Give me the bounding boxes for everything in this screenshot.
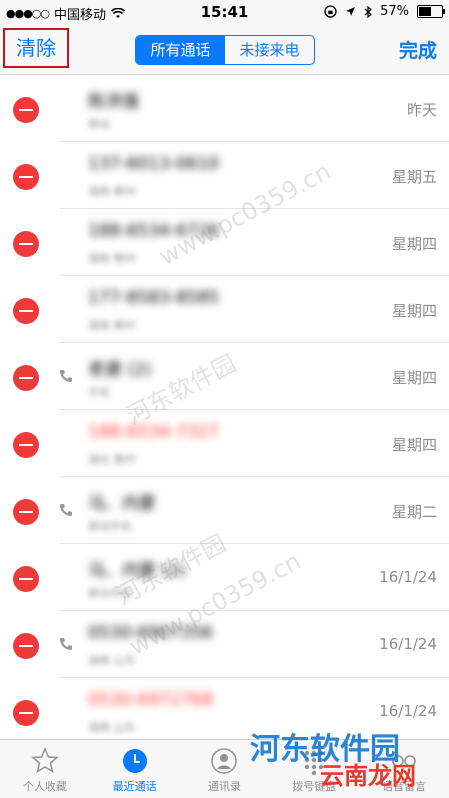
status-bar: ●●●○○ 中国移动 15:41 57%	[0, 0, 449, 26]
voicemail-icon	[392, 755, 416, 767]
call-date: 星期五	[391, 168, 437, 186]
call-date: 16/1/24	[379, 702, 437, 720]
segment-missed-calls[interactable]: 未接来电	[225, 36, 314, 64]
star-icon	[30, 747, 59, 774]
call-row[interactable]: 马、内蒙 (2) 移动手机 16/1/24	[0, 544, 449, 611]
recent-calls-list: 陈洪强移动 昨天 137-6013-0610 湖南 郴州 星期五 188-6534-672…	[0, 75, 449, 745]
tab-star[interactable]: 个人收藏	[0, 740, 90, 798]
call-date: 星期四	[391, 369, 437, 387]
battery-icon	[417, 5, 445, 18]
call-date: 16/1/24	[379, 635, 437, 653]
caller-name: 188-6534-6726	[88, 221, 220, 241]
location-icon	[346, 7, 356, 16]
caller-location: 湖北 黄州	[88, 453, 136, 466]
tab-label: 个人收藏	[22, 780, 67, 793]
caller-name: 188-6534-7327	[88, 422, 220, 442]
delete-call-button[interactable]	[13, 499, 39, 525]
battery-fill	[419, 7, 431, 16]
outgoing-call-icon	[60, 370, 72, 382]
caller-location: 移动手机	[88, 587, 132, 600]
caller-name: 马、内蒙 (2)	[88, 561, 186, 581]
caller-location: 移动	[88, 118, 110, 131]
call-row[interactable]: 137-6013-0610 湖南 郴州 星期五	[0, 142, 449, 209]
caller-name: 马、内蒙	[88, 494, 156, 514]
tab-clock[interactable]: 最近通话	[90, 740, 180, 798]
delete-call-button[interactable]	[13, 97, 39, 123]
caller-location: 湖南 山东	[88, 654, 136, 667]
call-row[interactable]: 177-8583-8585 湖南 郴州 星期四	[0, 276, 449, 343]
call-date: 16/1/24	[379, 568, 437, 586]
call-row[interactable]: 188-6534-6726 湖南 郴州 星期四	[0, 209, 449, 276]
status-bar-right: 57%	[324, 4, 445, 19]
caller-location: 移动手机	[88, 520, 132, 533]
caller-location: 手机	[88, 386, 110, 399]
outgoing-call-icon	[60, 638, 72, 650]
call-date: 星期二	[391, 503, 437, 521]
caller-location: 湖南 山东	[88, 721, 136, 734]
tab-label: 通讯录	[207, 780, 241, 793]
delete-call-button[interactable]	[13, 566, 39, 592]
call-row[interactable]: 老婆 (2) 手机 星期四	[0, 343, 449, 410]
call-row[interactable]: 0530-6972768 湖南 山东 16/1/24	[0, 678, 449, 745]
outgoing-call-icon	[60, 504, 72, 516]
delete-call-button[interactable]	[13, 231, 39, 257]
call-filter-segmented-control: 所有通话 未接来电	[135, 35, 315, 65]
tab-label: 最近通话	[112, 780, 157, 793]
caller-name: 陈洪强	[88, 92, 139, 112]
call-row[interactable]: 0530-6907356 湖南 山东 16/1/24	[0, 611, 449, 678]
caller-name: 0530-6907356	[88, 623, 214, 643]
done-button[interactable]: 完成	[399, 36, 437, 63]
nav-bar: 清除 所有通话 未接来电 完成	[0, 26, 449, 75]
bluetooth-icon	[364, 5, 373, 18]
delete-call-button[interactable]	[13, 432, 39, 458]
call-date: 星期四	[391, 302, 437, 320]
delete-call-button[interactable]	[13, 164, 39, 190]
contacts-icon	[211, 748, 238, 774]
call-date: 昨天	[406, 101, 437, 119]
caller-name: 177-8583-8585	[88, 288, 220, 308]
tab-label: 拨号键盘	[292, 780, 337, 793]
clock-icon	[122, 749, 147, 773]
tab-voicemail[interactable]: 语音留言	[359, 740, 449, 798]
caller-name: 137-6013-0610	[88, 154, 220, 174]
segment-all-calls[interactable]: 所有通话	[136, 36, 225, 64]
caller-location: 湖南 郴州	[88, 185, 136, 198]
delete-call-button[interactable]	[13, 365, 39, 391]
call-row[interactable]: 陈洪强移动 昨天	[0, 75, 449, 142]
clear-button[interactable]: 清除	[3, 28, 69, 68]
call-date: 星期四	[391, 436, 437, 454]
call-row[interactable]: 马、内蒙移动手机 星期二	[0, 477, 449, 544]
call-row[interactable]: 188-6534-7327 湖北 黄州 星期四	[0, 410, 449, 477]
keypad-icon	[305, 750, 324, 776]
delete-call-button[interactable]	[13, 298, 39, 324]
tab-bar: 个人收藏 最近通话 通讯录 拨号键盘 语音留言	[0, 739, 449, 798]
tab-keypad[interactable]: 拨号键盘	[269, 740, 359, 798]
tab-label: 语音留言	[382, 780, 427, 793]
rotation-lock-icon	[324, 5, 337, 18]
caller-location: 湖南 郴州	[88, 319, 136, 332]
tab-contacts[interactable]: 通讯录	[180, 740, 270, 798]
delete-call-button[interactable]	[13, 700, 39, 726]
battery-percent: 57%	[380, 4, 409, 19]
delete-call-button[interactable]	[13, 633, 39, 659]
caller-location: 湖南 郴州	[88, 252, 136, 265]
call-date: 星期四	[391, 235, 437, 253]
caller-name: 老婆 (2)	[88, 360, 152, 380]
caller-name: 0530-6972768	[88, 690, 214, 710]
